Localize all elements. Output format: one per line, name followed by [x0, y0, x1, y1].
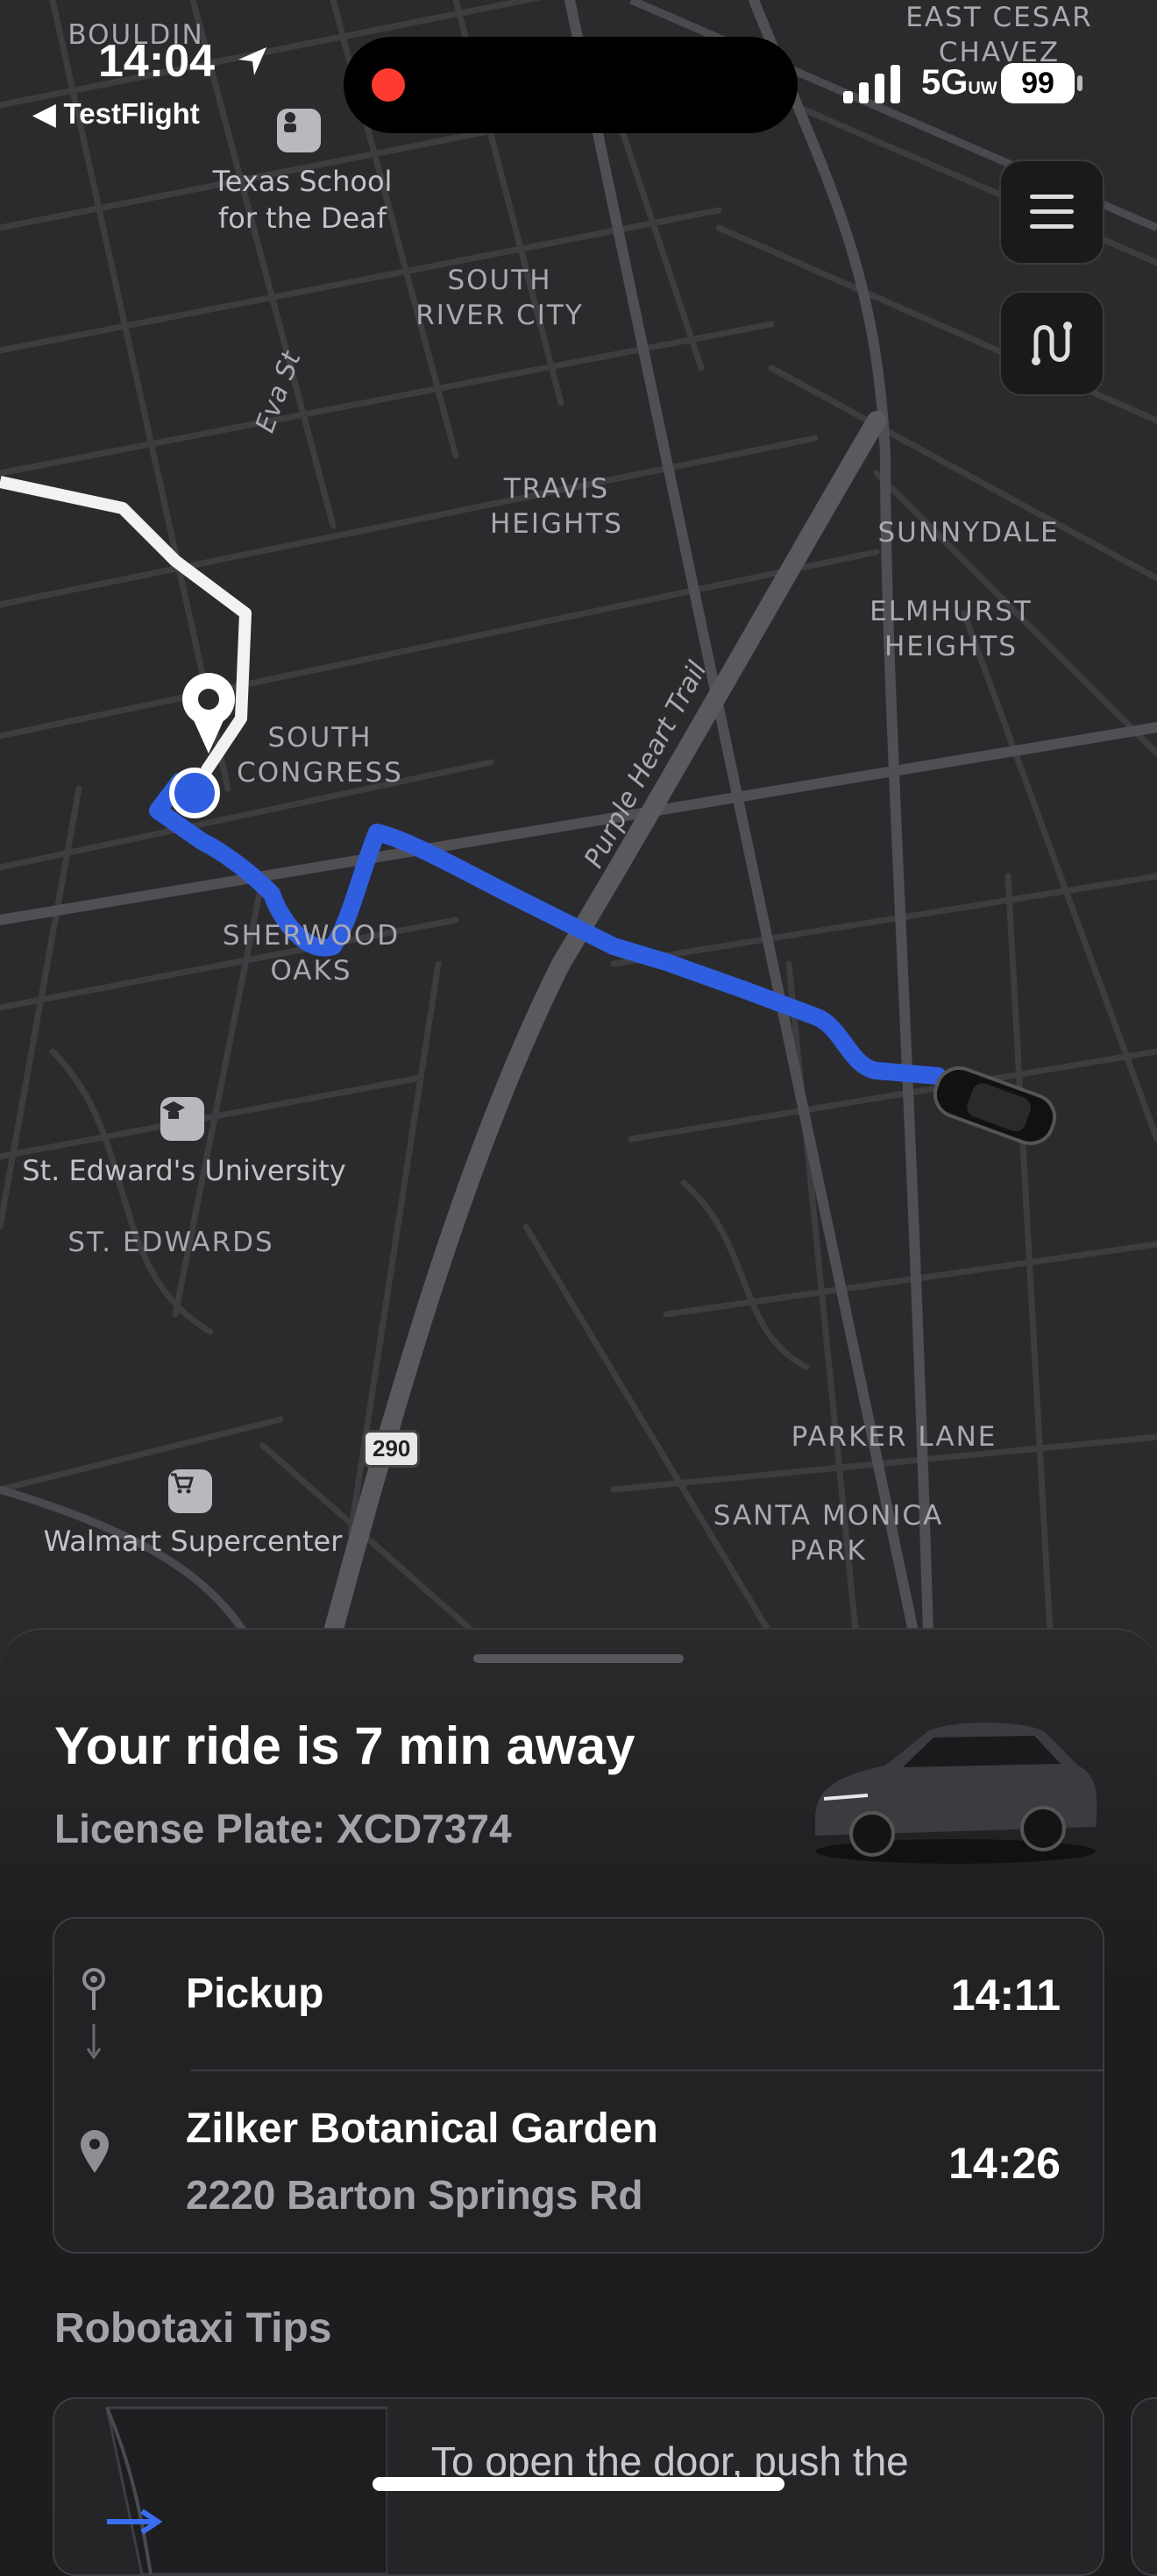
- location-arrow-icon: [238, 47, 266, 75]
- shopping-cart-icon: [168, 1469, 212, 1513]
- status-bar: 14:04 ◀ TestFlight 5GUW 99: [0, 0, 1157, 140]
- destination-time: 14:26: [948, 2139, 1061, 2188]
- poi-texas-school[interactable]: Texas School for the Deaf: [193, 163, 412, 237]
- poi-st-edwards-university[interactable]: St. Edward's University: [18, 1152, 351, 1189]
- label-sunnydale: SUNNYDALE: [877, 517, 1060, 548]
- label-sherwood-oaks: SHERWOOD OAKS: [222, 920, 401, 987]
- poi-walmart[interactable]: Walmart Supercenter: [35, 1523, 351, 1560]
- route-overview-button[interactable]: [999, 291, 1104, 396]
- dynamic-island: [344, 37, 798, 133]
- label-travis-heights: TRAVIS HEIGHTS: [490, 473, 623, 540]
- pickup-label: Pickup: [186, 1971, 324, 2017]
- highway-290-shield: 290: [363, 1430, 421, 1468]
- pickup-time: 14:11: [950, 1971, 1061, 2020]
- label-south-congress: SOUTH CONGRESS: [237, 722, 403, 789]
- label-st-edwards: ST. EDWARDS: [67, 1227, 274, 1258]
- network-type: 5GUW: [921, 63, 997, 102]
- university-icon: [160, 1097, 204, 1141]
- status-time: 14:04: [98, 36, 215, 87]
- battery-level: 99: [1001, 63, 1075, 103]
- destination-pin-icon: [81, 2130, 109, 2173]
- battery-tip: [1077, 75, 1082, 91]
- label-south-river-city: SOUTH RIVER CITY: [415, 265, 584, 331]
- vehicle-image: [815, 1723, 1097, 1864]
- trip-details-card: Pickup 14:11 Zilker Botanical Garden 222…: [53, 1917, 1104, 2254]
- map-view[interactable]: BOULDIN EAST CESAR CHAVEZ SOUTH RIVER CI…: [0, 0, 1157, 1665]
- network-suffix: UW: [968, 79, 997, 98]
- map-streets: [0, 0, 1157, 1665]
- ride-bottom-sheet[interactable]: Your ride is 7 min away License Plate: X…: [0, 1628, 1157, 2576]
- pickup-marker: [169, 768, 220, 818]
- vehicle-marker: [933, 1066, 1057, 1145]
- menu-icon: [1030, 195, 1074, 229]
- destination-address: 2220 Barton Springs Rd: [186, 2172, 643, 2218]
- row-divider: [191, 2070, 1103, 2071]
- signal-icon: [843, 65, 900, 103]
- next-tip-card[interactable]: [1131, 2397, 1157, 2576]
- home-indicator[interactable]: [373, 2477, 784, 2491]
- label-santa-monica-park: SANTA MONICA PARK: [713, 1500, 944, 1567]
- menu-button[interactable]: [999, 159, 1104, 265]
- route-icon: [1032, 322, 1072, 365]
- ride-eta: Your ride is 7 min away: [54, 1716, 635, 1775]
- label-elmhurst-heights: ELMHURST HEIGHTS: [870, 596, 1033, 662]
- destination-name: Zilker Botanical Garden: [186, 2105, 658, 2152]
- recording-indicator: [372, 68, 405, 102]
- license-plate: License Plate: XCD7374: [54, 1806, 512, 1851]
- door-illustration-icon: [105, 2406, 387, 2574]
- back-to-testflight[interactable]: ◀ TestFlight: [33, 96, 200, 131]
- sheet-grabber[interactable]: [473, 1654, 684, 1663]
- label-parker-lane: PARKER LANE: [791, 1421, 997, 1453]
- tips-heading: Robotaxi Tips: [54, 2305, 332, 2352]
- pickup-pin-icon: [82, 1968, 105, 2060]
